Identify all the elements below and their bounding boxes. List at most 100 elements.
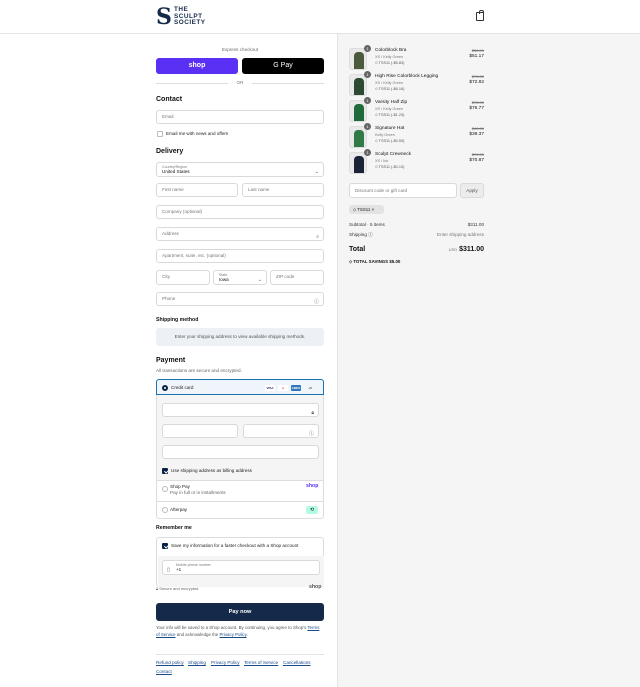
remove-icon[interactable]: ×: [372, 207, 375, 212]
discount-text: TSS11 (-$6.16): [378, 86, 405, 91]
state-select[interactable]: State Iowa ⌄: [213, 270, 267, 285]
quantity-badge: 1: [364, 97, 371, 104]
product-variant: XS / Kelly Green: [375, 107, 404, 111]
billing-same-checkbox[interactable]: [162, 468, 168, 474]
sale-price: $51.17: [469, 54, 484, 59]
shop-pay-option[interactable]: Shop Pay Pay in full or in installments …: [156, 480, 324, 500]
google-pay-button[interactable]: G Pay: [242, 58, 324, 74]
original-price: $56.00: [471, 48, 484, 53]
payment-subtitle: All transactions are secure and encrypte…: [156, 368, 242, 373]
email-field[interactable]: Email: [156, 110, 324, 124]
logo-line-3: SOCIETY: [174, 19, 206, 27]
shipping-link[interactable]: Shipping: [188, 660, 206, 665]
privacy-policy-link[interactable]: Privacy Policy: [211, 660, 240, 665]
news-checkbox[interactable]: [157, 131, 163, 137]
terms-of-service-link[interactable]: Terms of Service: [244, 660, 278, 665]
save-info-checkbox[interactable]: [162, 543, 168, 549]
contact-link[interactable]: Contact: [156, 669, 172, 674]
billing-same-label: Use shipping address as billing address: [171, 468, 252, 473]
company-field[interactable]: Company (optional): [156, 205, 324, 219]
original-price: $78.00: [471, 100, 484, 105]
shopping-bag-icon[interactable]: [476, 10, 484, 21]
product-image: [349, 152, 367, 174]
original-price: $78.00: [471, 74, 484, 79]
total-value: $311.00: [459, 246, 484, 253]
mobile-phone-field[interactable]: Mobile phone number +1 ▯: [162, 560, 320, 575]
savings-row: ⬦ TOTAL SAVINGS $5.00: [349, 259, 484, 264]
chevron-down-icon: ⌄: [314, 169, 319, 175]
quantity-badge: 1: [364, 71, 371, 78]
card-details: 🔒︎ ⓘ Use shipping address as billing add…: [156, 395, 324, 480]
city-field[interactable]: City: [156, 270, 210, 285]
discount-text: TSS11 (-$0.53): [378, 138, 405, 143]
product-figure: [354, 52, 364, 69]
store-logo[interactable]: S THE SCULPT SOCIETY: [156, 6, 206, 28]
total-label: Total: [349, 246, 366, 253]
shipping-method-message: Enter your shipping address to view avai…: [156, 328, 324, 346]
cart-item: 1 Signature Hat Kelly Green ⬦ TSS11 (-$0.53…: [349, 123, 484, 152]
product-variant: Kelly Green: [375, 133, 395, 137]
remember-box: Save my information for a faster checkou…: [156, 537, 324, 587]
credit-card-option[interactable]: Credit card VISA ● AMEX +5: [156, 379, 324, 395]
product-image: [349, 100, 367, 122]
country-select[interactable]: Country/Region United States ⌄: [156, 162, 324, 177]
product-figure: [354, 78, 364, 95]
payment-heading: Payment: [156, 357, 186, 364]
product-figure: [354, 130, 364, 147]
mobile-phone-value: +1: [176, 567, 182, 572]
shop-pay-radio[interactable]: [162, 486, 168, 492]
first-name-field[interactable]: First name: [156, 183, 238, 197]
mastercard-icon: ●: [278, 384, 288, 391]
visa-icon: VISA: [265, 384, 275, 391]
afterpay-radio[interactable]: [162, 507, 168, 513]
secure-text: Secure and encrypted: [159, 586, 199, 591]
cart-item: 1 Colorblock Bra XS / Kelly Green ⬦ TSS11 (…: [349, 45, 484, 74]
apply-button[interactable]: Apply: [460, 183, 484, 198]
expiration-field[interactable]: [162, 424, 238, 438]
legal-part-2: and acknowledge the: [176, 631, 219, 637]
product-name: Sculpt Crewneck: [375, 152, 411, 157]
country-value: United States: [162, 169, 190, 174]
help-icon[interactable]: ⓘ: [368, 232, 373, 237]
logo-text: THE SCULPT SOCIETY: [174, 7, 206, 27]
shop-pay-button[interactable]: shop: [156, 58, 238, 74]
address-field[interactable]: Address ⌕: [156, 227, 324, 241]
remember-details: Mobile phone number +1 ▯: [158, 556, 324, 587]
cancellations-link[interactable]: Cancellations: [283, 660, 311, 665]
security-code-field[interactable]: ⓘ: [243, 424, 319, 438]
discount-text: TSS11 (-$5.83): [378, 60, 405, 65]
help-icon[interactable]: ⓘ: [309, 428, 314, 440]
delivery-heading: Delivery: [156, 148, 184, 155]
original-price: $40.00: [471, 126, 484, 131]
shipping-value: Enter shipping address: [437, 232, 484, 237]
savings-value: $5.00: [389, 259, 401, 264]
cart-item: 1 High Rise Colorblock Legging XS / Kelly …: [349, 71, 484, 100]
help-icon[interactable]: ⓘ: [314, 296, 319, 308]
savings-label: TOTAL SAVINGS: [353, 259, 389, 264]
shop-logo: shop: [306, 483, 319, 489]
subtotal-value: $311.00: [467, 222, 484, 227]
phone-field[interactable]: Phone ⓘ: [156, 292, 324, 306]
product-discount: ⬦ TSS11 (-$1.23): [375, 113, 404, 117]
refund-policy-link[interactable]: Refund policy: [156, 660, 184, 665]
product-figure: [354, 104, 364, 121]
credit-card-radio[interactable]: [162, 385, 168, 391]
last-name-field[interactable]: Last name: [242, 183, 324, 197]
divider: [157, 480, 323, 481]
name-on-card-field[interactable]: [162, 445, 319, 459]
pay-now-button[interactable]: Pay now: [156, 603, 324, 621]
discount-field[interactable]: Discount code or gift card: [349, 183, 457, 198]
cart-item: 1 Varsity Half Zip XS / Kelly Green ⬦ TSS11…: [349, 97, 484, 126]
afterpay-option[interactable]: Afterpay ⟲: [156, 500, 324, 519]
privacy-link[interactable]: Privacy Policy: [220, 632, 247, 637]
discount-chip: ⬦ TSS11 ×: [349, 205, 384, 214]
product-variant: XS / Kelly Green: [375, 81, 404, 85]
secure-label: 🔒︎ Secure and encrypted: [156, 586, 199, 591]
zip-field[interactable]: ZIP code: [270, 270, 324, 285]
apartment-field[interactable]: Apartment, suite, etc. (optional): [156, 249, 324, 263]
lock-icon: 🔒︎: [311, 410, 314, 416]
sale-price: $70.87: [469, 158, 484, 163]
search-icon: ⌕: [316, 234, 319, 240]
card-number-field[interactable]: 🔒︎: [162, 403, 319, 417]
state-value: Iowa: [219, 277, 229, 282]
